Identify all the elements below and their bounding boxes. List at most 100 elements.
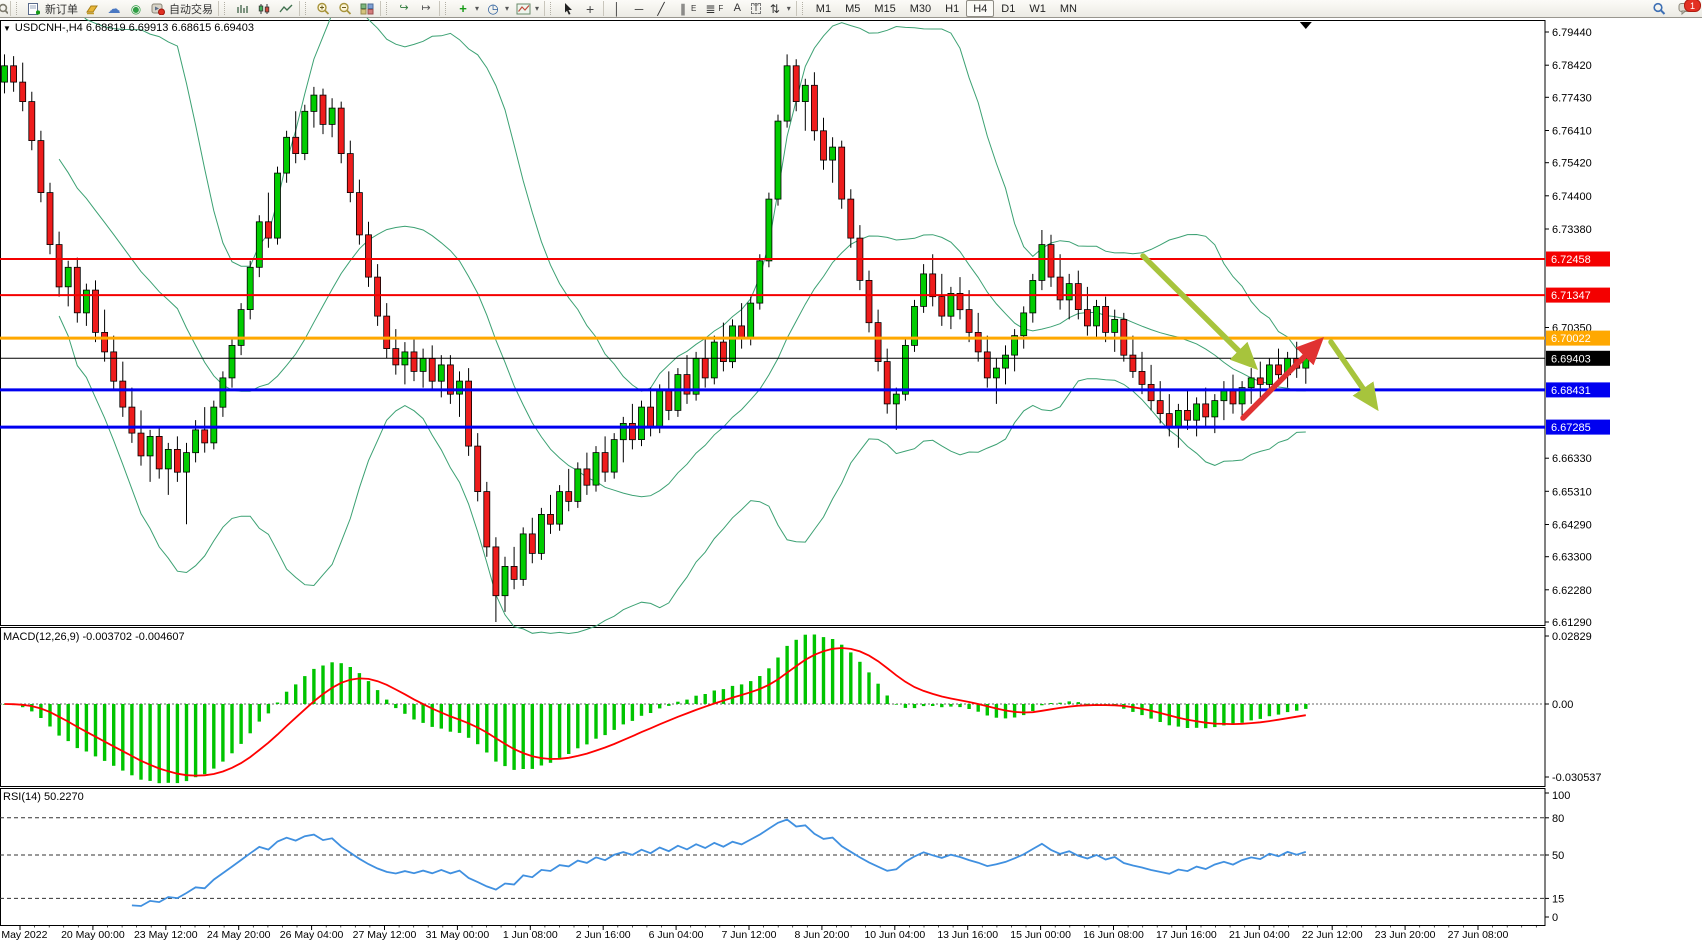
templates-button[interactable]: ▾ [512,1,542,17]
line-chart-button[interactable] [275,1,297,17]
svg-text:6.70022: 6.70022 [1551,333,1591,345]
tile-windows-button[interactable] [356,1,378,17]
history-center-icon: ☁ [106,1,122,16]
svg-text:6 Jun 04:00: 6 Jun 04:00 [649,929,704,940]
trendline-tool-button[interactable]: ╱ [650,1,672,17]
channel-tool-label: E [691,4,696,13]
tab-timeframe-m15[interactable]: M15 [867,0,902,17]
svg-text:6.78420: 6.78420 [1552,60,1592,72]
svg-text:2 Jun 16:00: 2 Jun 16:00 [576,929,631,940]
macd-label: MACD(12,26,9) -0.003702 -0.004607 [3,631,185,643]
tab-timeframe-m30[interactable]: M30 [903,0,938,17]
svg-text:6.72458: 6.72458 [1551,254,1591,266]
zoom-in-button[interactable] [312,1,334,17]
svg-text:8 Jun 20:00: 8 Jun 20:00 [794,929,849,940]
new-order-label: 新订单 [45,1,78,17]
tab-timeframe-mn[interactable]: MN [1053,0,1084,17]
price-chart-canvas[interactable]: 6.794406.784206.774306.764106.754206.744… [0,18,1702,940]
chart-shift-button[interactable]: ↦ [415,1,437,17]
symbol-header: ▼ USDCNH-,H4 6.68819 6.69913 6.68615 6.6… [3,22,254,34]
bar-chart-button[interactable] [231,1,253,17]
zoom-out-icon [337,1,353,16]
svg-text:31 May 00:00: 31 May 00:00 [426,929,490,940]
crosshair-icon: + [582,1,598,16]
symbol-quote-text: USDCNH-,H4 6.68819 6.69913 6.68615 6.694… [15,22,254,34]
svg-text:6.67285: 6.67285 [1551,422,1591,434]
svg-text:-0.030537: -0.030537 [1552,772,1602,784]
svg-text:6.65310: 6.65310 [1552,486,1592,498]
periods-button[interactable]: ◷ ▾ [482,1,512,17]
svg-text:6.73380: 6.73380 [1552,224,1592,236]
svg-text:17 Jun 16:00: 17 Jun 16:00 [1156,929,1217,940]
svg-text:6.76410: 6.76410 [1552,126,1592,138]
vertical-line-tool-button[interactable]: │ [606,1,628,17]
crosshair-tool-button[interactable]: + [579,1,601,17]
horizontal-line-tool-button[interactable]: ─ [628,1,650,17]
trendline-icon: ╱ [653,1,669,16]
periods-caret-icon: ▾ [505,4,509,13]
svg-text:26 May 04:00: 26 May 04:00 [280,929,344,940]
tab-timeframe-d1[interactable]: D1 [994,0,1022,17]
svg-text:15 Jun 00:00: 15 Jun 00:00 [1010,929,1071,940]
cursor-icon [560,1,576,16]
zoom-out-button[interactable] [334,1,356,17]
search-button[interactable] [1648,1,1670,17]
indicators-button[interactable]: + ▾ [452,1,482,17]
svg-text:13 Jun 16:00: 13 Jun 16:00 [937,929,998,940]
svg-text:23 Jun 20:00: 23 Jun 20:00 [1375,929,1436,940]
text-tool-icon: A [729,1,745,16]
tab-timeframe-h4[interactable]: H4 [966,0,994,17]
svg-text:50: 50 [1552,850,1564,862]
notification-badge: 1 [1684,0,1701,12]
fibonacci-tool-button[interactable]: ≣ F [699,1,726,17]
tab-timeframe-w1[interactable]: W1 [1022,0,1053,17]
tile-windows-icon [359,1,375,16]
chart-profiles-button[interactable] [81,1,103,17]
fibonacci-icon: ≣ [702,1,718,16]
add-indicator-icon: + [455,1,471,16]
search-icon [1651,1,1667,16]
label-tool-button[interactable]: T [748,1,764,17]
svg-text:8 May 2022: 8 May 2022 [0,929,48,940]
autotrading-label: 自动交易 [169,1,213,17]
candlestick-chart-button[interactable] [253,1,275,17]
new-order-button[interactable]: 新订单 [23,1,81,17]
svg-text:0.02829: 0.02829 [1552,631,1592,643]
chart-profiles-icon [84,1,100,16]
arrows-tool-button[interactable]: ⇅ ▾ [764,1,794,17]
autotrading-icon [150,1,166,16]
periods-clock-icon: ◷ [485,1,501,16]
channel-icon: ∥ [675,1,691,16]
svg-text:22 Jun 12:00: 22 Jun 12:00 [1302,929,1363,940]
autotrading-button[interactable]: 自动交易 [147,1,216,17]
svg-text:24 May 20:00: 24 May 20:00 [207,929,271,940]
svg-text:6.62280: 6.62280 [1552,585,1592,597]
svg-text:6.63300: 6.63300 [1552,552,1592,564]
notifications-button[interactable]: 1 [1674,1,1698,16]
horizontal-line-icon: ─ [631,1,647,16]
tab-timeframe-m5[interactable]: M5 [838,0,867,17]
templates-icon [515,1,531,16]
svg-text:6.77430: 6.77430 [1552,92,1592,104]
svg-text:0: 0 [1552,912,1558,924]
chart-window[interactable]: 6.794406.784206.774306.764106.754206.744… [0,18,1702,940]
arrows-caret-icon: ▾ [787,4,791,13]
svg-text:6.75420: 6.75420 [1552,158,1592,170]
symbol-collapse-icon[interactable]: ▼ [3,24,11,33]
svg-text:10 Jun 04:00: 10 Jun 04:00 [864,929,925,940]
text-tool-button[interactable]: A [726,1,748,17]
svg-text:16 Jun 08:00: 16 Jun 08:00 [1083,929,1144,940]
channel-tool-button[interactable]: ∥ E [672,1,699,17]
tab-timeframe-m1[interactable]: M1 [809,0,838,17]
vertical-line-icon: │ [609,1,625,16]
autoscroll-icon: ↪ [396,1,412,16]
candlestick-chart-icon [256,1,272,16]
history-center-button[interactable]: ☁ [103,1,125,17]
tab-timeframe-h1[interactable]: H1 [938,0,966,17]
autoscroll-button[interactable]: ↪ [393,1,415,17]
svg-text:27 May 12:00: 27 May 12:00 [353,929,417,940]
svg-text:80: 80 [1552,813,1564,825]
news-button[interactable]: ◉ [125,1,147,17]
cursor-tool-button[interactable] [557,1,579,17]
templates-caret-icon: ▾ [535,4,539,13]
